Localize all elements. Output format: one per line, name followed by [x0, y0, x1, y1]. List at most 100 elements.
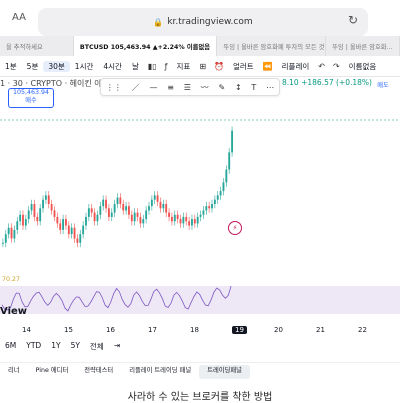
rsi-band [0, 286, 400, 314]
tab-pine-editor[interactable]: Pine 에디터 [28, 365, 77, 379]
candle [219, 191, 222, 196]
indicators-icon[interactable]: ƒ [161, 62, 172, 71]
candle [216, 195, 219, 200]
candle [16, 221, 19, 230]
candle [182, 216, 185, 224]
candle [231, 130, 233, 153]
candle [211, 204, 213, 209]
candle [202, 210, 205, 215]
undo-icon[interactable]: ↶ [314, 62, 329, 71]
candle [228, 152, 231, 170]
tab-strategy-tester[interactable]: 전략테스터 [76, 365, 121, 379]
candle [76, 238, 79, 243]
candle [110, 212, 113, 217]
pattern-icon[interactable]: 〰 [201, 82, 209, 93]
tab-screener[interactable]: 리너 [0, 365, 28, 379]
candle [96, 214, 99, 222]
layout-name-button[interactable]: 이름없음 [344, 61, 382, 72]
lock-icon: 🔒 [153, 17, 164, 27]
candle [70, 227, 73, 235]
interval-4h[interactable]: 4시간 [98, 61, 127, 72]
interval-5m[interactable]: 5분 [22, 61, 44, 72]
brush-icon[interactable]: ✎ [218, 83, 225, 92]
interval-30m[interactable]: 30분 [43, 60, 70, 72]
date-tick-label: 22 [358, 326, 367, 334]
candle [62, 219, 65, 230]
candle [53, 210, 56, 217]
indicators-button[interactable]: 지표 [172, 61, 196, 72]
candle [59, 223, 62, 230]
chart-style-icon[interactable]: ▮▯ [144, 62, 161, 71]
candle [145, 210, 148, 220]
trendline-icon[interactable]: ／ [132, 82, 140, 93]
range-1y[interactable]: 1Y [46, 341, 65, 352]
drag-handle-icon[interactable]: ⋮⋮ [106, 83, 122, 92]
tab-replay-trading[interactable]: 리플레이 트레이딩 패널 [121, 365, 199, 379]
replay-button[interactable]: 리플레이 [277, 61, 315, 72]
reload-icon[interactable]: ↻ [348, 13, 364, 29]
candle [7, 227, 10, 235]
measure-icon[interactable]: ↕ [235, 83, 242, 92]
candle [24, 219, 27, 226]
reader-aa-button[interactable]: AA [12, 12, 32, 30]
candle [188, 221, 191, 226]
buy-price: 105,463.94 [12, 89, 50, 96]
browser-tab-active[interactable]: BTCUSD 105,463.94 ▲+2.24% 이름없음 [73, 36, 218, 56]
text-icon[interactable]: T [251, 83, 256, 92]
url-bar[interactable]: 🔒 kr.tradingview.com [38, 8, 368, 36]
price-change: 8.10 +186.57 (+0.18%) [282, 78, 372, 87]
candle [156, 195, 159, 202]
date-axis: 14151617181920212223 [0, 326, 400, 338]
channel-icon[interactable]: ≡ [167, 83, 174, 92]
range-6m[interactable]: 6M [0, 341, 21, 352]
browser-tab[interactable]: 을 추적하세요 [0, 36, 74, 56]
candle [142, 219, 145, 224]
browser-tab[interactable]: 뚜잉 | 올바른 암호화폐 투자의 모든 것 [217, 36, 327, 56]
candle [119, 197, 122, 204]
date-tick-label: 16 [106, 326, 115, 334]
browser-tab[interactable]: 뚜잉 | 올바른 암호화... [326, 36, 400, 56]
candle [105, 199, 107, 209]
fib-icon[interactable]: ☰ [184, 83, 191, 92]
rsi-panel[interactable] [0, 276, 400, 324]
candle [30, 204, 33, 211]
date-tick-label: 18 [190, 326, 199, 334]
date-range-icon[interactable]: ⇥ [109, 341, 125, 352]
range-5y[interactable]: 5Y [66, 341, 85, 352]
candle [133, 212, 136, 222]
more-icon[interactable]: ⋯ [266, 83, 274, 92]
range-ytd[interactable]: YTD [21, 341, 46, 352]
candle [165, 204, 168, 213]
date-tick-label: 14 [22, 326, 31, 334]
lightning-icon[interactable]: ⚡ [228, 221, 242, 235]
interval-1h[interactable]: 1시간 [70, 61, 99, 72]
range-all[interactable]: 전체 [85, 341, 109, 352]
rsi-value: 70.27 [2, 276, 21, 283]
candle [44, 195, 47, 200]
date-tick-label: 21 [316, 326, 325, 334]
interval-day[interactable]: 날 [127, 61, 144, 72]
candle [162, 204, 165, 209]
interval-1m[interactable]: 1분 [0, 61, 22, 72]
horizontal-line-icon[interactable]: — [149, 83, 157, 92]
candle [199, 214, 202, 217]
tab-trading-panel[interactable]: 트레이딩패널 [199, 365, 250, 379]
video-subtitle: 사라하 수 있는 브로커를 착한 방법 [127, 392, 273, 403]
alert-icon[interactable]: ⏰ [210, 62, 228, 71]
sell-label[interactable]: 매도 [368, 80, 398, 98]
alert-button[interactable]: 얼러트 [228, 61, 259, 72]
candle [33, 204, 36, 217]
candle [10, 227, 13, 239]
candle [170, 216, 173, 222]
redo-icon[interactable]: ↷ [329, 62, 344, 71]
candle [139, 216, 142, 224]
replay-icon[interactable]: ⏪ [259, 62, 277, 71]
drawing-toolbar: ⋮⋮ ／ — ≡ ☰ 〰 ✎ ↕ T ⋯ [100, 78, 280, 96]
candle [179, 219, 182, 224]
candle [42, 199, 44, 209]
candle [225, 169, 228, 183]
candlestick-chart[interactable] [0, 100, 400, 270]
templates-icon[interactable]: ⊞ [195, 62, 210, 71]
chart-toolbar: 1분 5분 30분 1시간 4시간 날 ▮▯ ƒ 지표 ⊞ ⏰ 얼러트 ⏪ 리플… [0, 56, 400, 77]
candle [136, 212, 139, 217]
